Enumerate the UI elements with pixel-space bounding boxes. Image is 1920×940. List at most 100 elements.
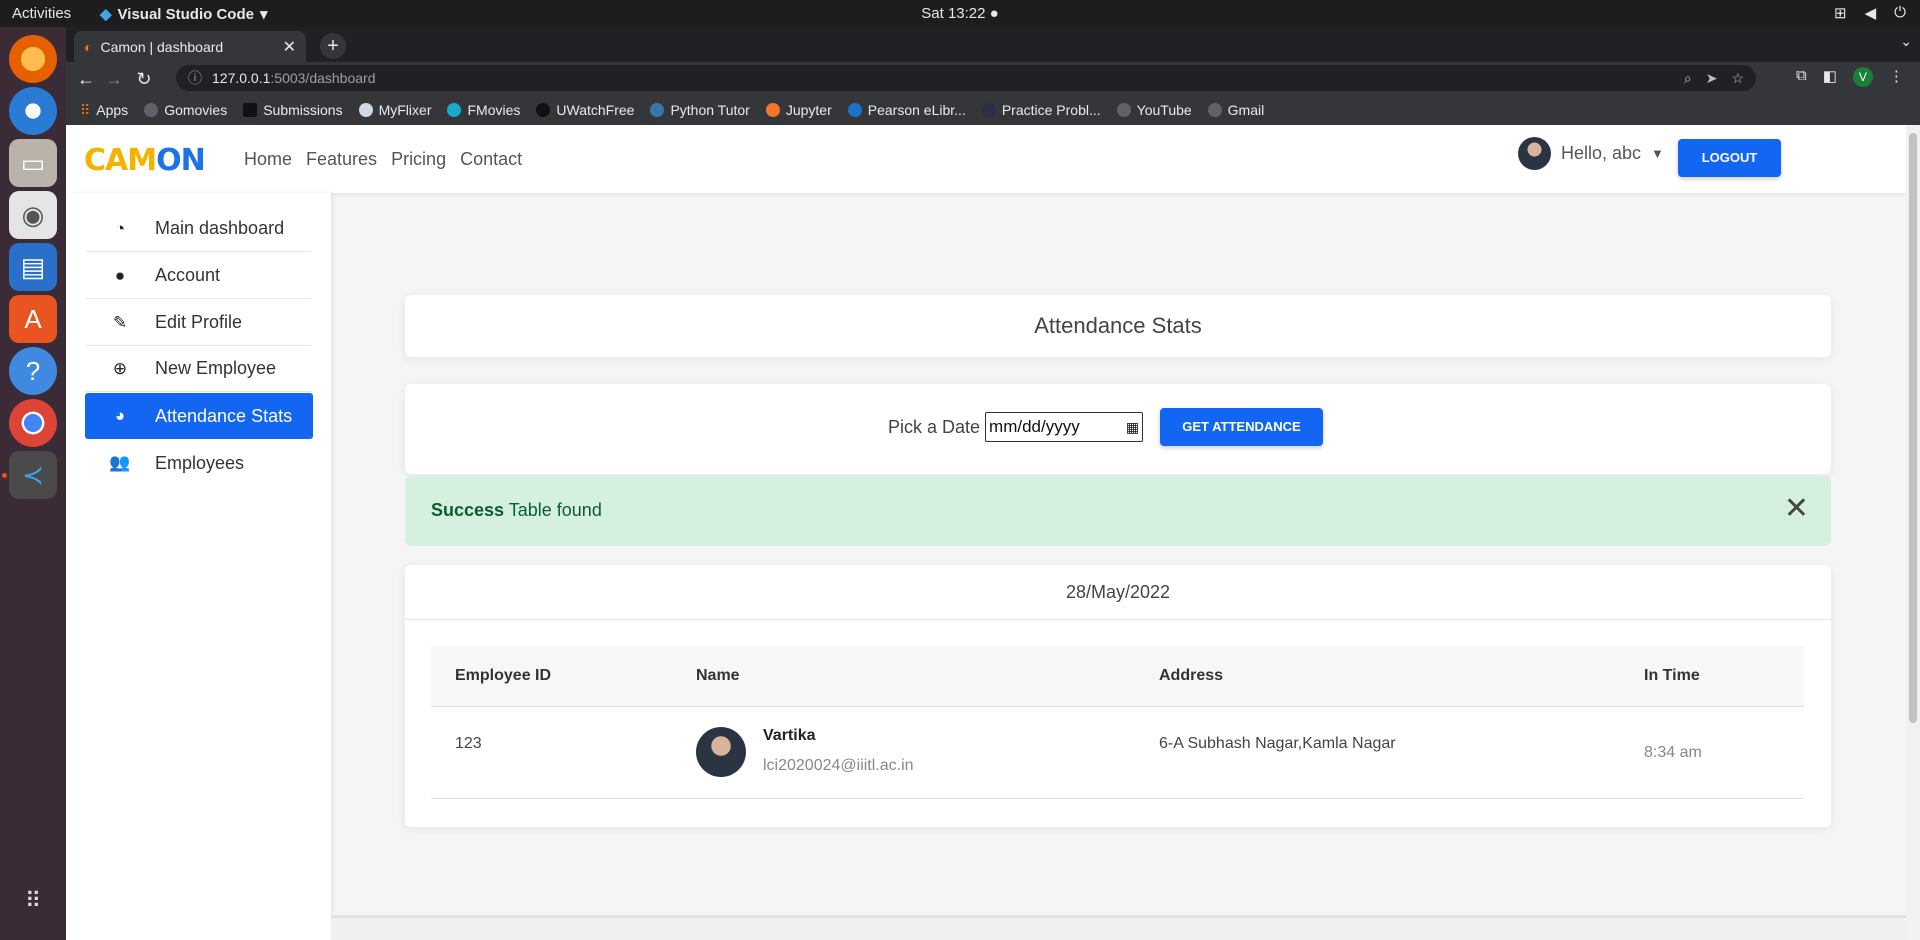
python-favicon-icon	[650, 103, 665, 117]
globe-icon	[144, 103, 159, 117]
side-panel-icon[interactable]: ◧	[1823, 67, 1837, 87]
system-tray[interactable]: ⊞ ◀ ⏻	[1834, 4, 1906, 22]
submissions-favicon-icon	[243, 103, 258, 117]
browser-toolbar: ← → ↻ ⓘ 127.0.0.1:5003/dashboard ⌕ ➤ ☆ ⧉…	[66, 62, 1920, 95]
close-tab-icon[interactable]: ✕	[283, 37, 296, 57]
bookmark-gomovies[interactable]: Gomovies	[144, 102, 227, 118]
camon-logo[interactable]: CAMON	[84, 143, 206, 178]
thunderbird-icon[interactable]	[9, 87, 57, 135]
sidebar-item-label: Edit Profile	[155, 312, 243, 332]
help-icon[interactable]: ?	[9, 347, 57, 395]
forward-icon[interactable]: →	[102, 67, 126, 91]
tab-camon-dashboard[interactable]: ◐ Camon | dashboard ✕	[74, 31, 306, 62]
bookmark-practice-problems[interactable]: Practice Probl...	[981, 102, 1101, 118]
bookmark-fmovies[interactable]: FMovies	[447, 102, 520, 118]
cell-employee-id: 123	[455, 735, 482, 752]
clock[interactable]: Sat 13:22 ●	[0, 5, 1920, 22]
extensions-icon[interactable]: ⧉	[1796, 67, 1807, 87]
cell-employee-name: Vartika	[763, 727, 816, 744]
apps-grid-icon: ⠿	[80, 101, 91, 118]
table-row: 123 Vartika lci2020024@iiitl.ac.in 6-A S…	[431, 707, 1804, 799]
bookmark-gmail[interactable]: Gmail	[1207, 102, 1264, 118]
cell-employee-email: lci2020024@iiitl.ac.in	[763, 757, 914, 774]
firefox-icon[interactable]	[9, 35, 57, 83]
bookmark-pearson[interactable]: Pearson eLibr...	[847, 102, 966, 118]
fmovies-favicon-icon	[447, 103, 462, 117]
url-host: 127.0.0.1	[212, 70, 271, 86]
cell-in-time: 8:34 am	[1644, 744, 1702, 761]
sidebar-item-label: New Employee	[155, 358, 277, 378]
bookmarks-bar: ⠿ Apps Gomovies Submissions MyFlixer FMov…	[66, 95, 1920, 125]
bookmark-youtube[interactable]: YouTube	[1116, 102, 1192, 118]
back-icon[interactable]: ←	[74, 67, 98, 91]
user-icon: ●	[114, 265, 126, 285]
running-indicator	[2, 473, 7, 478]
sidebar-item-label: Attendance Stats	[155, 405, 293, 426]
column-header-employee-id: Employee ID	[455, 667, 552, 684]
site-navbar: CAMON Home Features Pricing Contact Hell…	[66, 125, 1906, 193]
close-icon[interactable]: ✕	[1784, 494, 1809, 524]
web-page: CAMON Home Features Pricing Contact Hell…	[66, 125, 1920, 940]
sidebar-item-employees[interactable]: 👥 Employees	[85, 440, 313, 486]
new-tab-button[interactable]: +	[320, 33, 346, 59]
send-icon[interactable]: ➤	[1706, 70, 1718, 87]
profile-avatar[interactable]: V	[1852, 67, 1873, 87]
rhythmbox-icon[interactable]: ◉	[9, 191, 57, 239]
nav-features[interactable]: Features	[306, 149, 377, 170]
reload-icon[interactable]: ↻	[132, 67, 156, 91]
users-icon: 👥	[109, 453, 131, 472]
gauge-icon: ◔	[114, 218, 126, 238]
writer-icon[interactable]: ▤	[9, 243, 57, 291]
bookmark-apps[interactable]: ⠿ Apps	[80, 102, 128, 119]
tab-search-icon[interactable]: ⌄	[1900, 33, 1912, 50]
sidebar-item-account[interactable]: ● Account	[85, 253, 313, 299]
nav-pricing[interactable]: Pricing	[391, 149, 446, 170]
power-icon: ⏻	[1894, 4, 1906, 21]
page-title: Attendance Stats	[1034, 313, 1202, 338]
tab-title: Camon | dashboard	[100, 38, 224, 55]
user-menu[interactable]: Hello, abc ▼	[1518, 137, 1664, 170]
bookmark-jupyter[interactable]: Jupyter	[765, 102, 832, 118]
nav-home[interactable]: Home	[244, 149, 292, 170]
vscode-icon[interactable]: ≺	[9, 451, 57, 499]
calendar-icon[interactable]: ▦	[1126, 419, 1139, 436]
page-scrollbar[interactable]	[1906, 125, 1920, 940]
date-input[interactable]: mm/dd/yyyy ▦	[985, 412, 1144, 442]
sidebar-item-main-dashboard[interactable]: ◔ Main dashboard	[85, 206, 313, 252]
cell-address: 6-A Subhash Nagar,Kamla Nagar	[1159, 735, 1396, 752]
sidebar-item-label: Account	[155, 265, 221, 285]
software-center-icon[interactable]: A	[9, 295, 57, 343]
chrome-icon[interactable]	[9, 399, 57, 447]
chrome-window: ◐ Camon | dashboard ✕ + ⌄ ← → ↻ ⓘ 127.0.…	[66, 27, 1920, 940]
address-bar[interactable]: ⓘ 127.0.0.1:5003/dashboard ⌕ ➤ ☆	[176, 65, 1756, 91]
toolbar-actions: ⧉ ◧ V ⋮	[1796, 67, 1904, 87]
bookmark-submissions[interactable]: Submissions	[243, 102, 343, 118]
practice-favicon-icon	[981, 103, 996, 117]
pearson-favicon-icon	[847, 103, 862, 117]
star-icon[interactable]: ☆	[1731, 70, 1744, 87]
sidebar-item-new-employee[interactable]: ⊕ New Employee	[85, 346, 313, 392]
show-apps-icon[interactable]: ⠿	[9, 877, 57, 925]
alert-message: Success Table found	[431, 500, 602, 521]
dock: ▭ ◉ ▤ A ? ≺ ⠿	[0, 27, 66, 940]
sidebar-item-attendance-stats[interactable]: ◕ Attendance Stats	[85, 393, 313, 439]
bookmark-uwatchfree[interactable]: UWatchFree	[536, 102, 634, 118]
zoom-icon[interactable]: ⌕	[1684, 70, 1692, 87]
network-icon: ⊞	[1834, 5, 1847, 22]
sidebar-item-edit-profile[interactable]: ✎ Edit Profile	[85, 300, 313, 346]
bookmark-python-tutor[interactable]: Python Tutor	[650, 102, 750, 118]
logout-button[interactable]: LOGOUT	[1678, 139, 1781, 177]
bookmark-myflixer[interactable]: MyFlixer	[358, 102, 431, 118]
scrollbar-thumb[interactable]	[1909, 133, 1917, 723]
pie-chart-icon: ◕	[114, 406, 126, 425]
uwatchfree-favicon-icon	[536, 103, 551, 117]
files-icon[interactable]: ▭	[9, 139, 57, 187]
nav-contact[interactable]: Contact	[460, 149, 522, 170]
site-info-icon[interactable]: ⓘ	[188, 68, 202, 88]
table-header: Employee ID Name Address In Time	[431, 646, 1804, 707]
pick-date-label: Pick a Date	[888, 416, 981, 437]
globe-icon	[1116, 103, 1131, 117]
column-header-name: Name	[696, 667, 740, 684]
menu-kebab-icon[interactable]: ⋮	[1889, 67, 1904, 87]
get-attendance-button[interactable]: GET ATTENDANCE	[1160, 408, 1323, 446]
